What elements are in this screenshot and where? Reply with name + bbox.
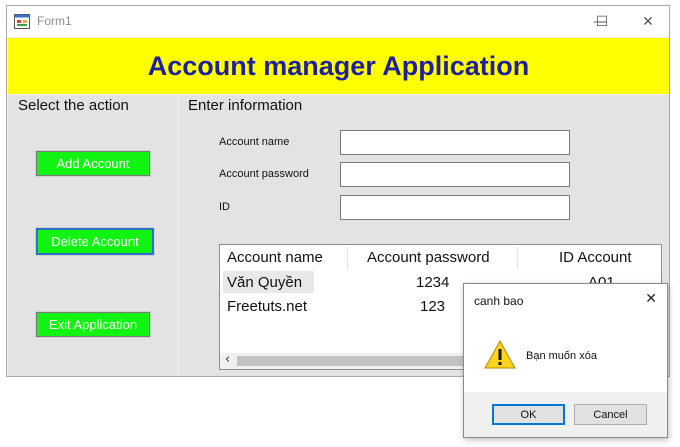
app-header-title: Account manager Application bbox=[147, 50, 530, 81]
maximize-icon: ☐ bbox=[595, 13, 609, 30]
maximize-button[interactable]: ☐ bbox=[579, 6, 625, 37]
column-header-account-name[interactable]: Account name bbox=[227, 245, 323, 270]
cancel-button[interactable]: Cancel bbox=[574, 404, 647, 425]
delete-account-button[interactable]: Delete Account bbox=[36, 228, 154, 255]
account-password-label: Account password bbox=[219, 168, 309, 180]
add-account-button[interactable]: Add Account bbox=[36, 151, 150, 176]
info-group-title: Enter information bbox=[188, 97, 303, 114]
column-header-id-account[interactable]: ID Account bbox=[559, 245, 632, 270]
row-2-account-name[interactable]: Freetuts.net bbox=[227, 298, 307, 315]
window-title: Form1 bbox=[37, 14, 72, 28]
row-2-account-password[interactable]: 123 bbox=[420, 298, 445, 315]
id-input[interactable] bbox=[340, 195, 570, 220]
dialog-footer: OK Cancel bbox=[464, 392, 667, 437]
app-icon bbox=[14, 14, 30, 29]
close-button[interactable]: ✕ bbox=[625, 6, 671, 37]
account-name-input[interactable] bbox=[340, 130, 570, 155]
close-icon: ✕ bbox=[642, 13, 654, 30]
account-name-label: Account name bbox=[219, 136, 290, 148]
row-1-account-name[interactable]: Văn Quyền bbox=[227, 274, 302, 291]
column-separator[interactable] bbox=[347, 247, 348, 269]
column-header-account-password[interactable]: Account password bbox=[367, 245, 490, 270]
scroll-left-icon[interactable]: ‹ bbox=[225, 352, 230, 367]
title-bar[interactable]: Form1 — ☐ ✕ bbox=[7, 6, 669, 37]
actions-group-title: Select the action bbox=[18, 97, 129, 114]
app-header: Account manager Application bbox=[8, 38, 669, 94]
confirm-dialog: canh bao ✕ Bạn muốn xóa OK Cancel bbox=[463, 283, 668, 438]
dialog-close-icon[interactable]: ✕ bbox=[645, 291, 657, 307]
scroll-thumb[interactable] bbox=[237, 356, 477, 366]
id-label: ID bbox=[219, 201, 230, 213]
warning-icon bbox=[484, 340, 516, 369]
column-separator[interactable] bbox=[517, 247, 518, 269]
ok-button[interactable]: OK bbox=[492, 404, 565, 425]
actions-group: Select the action Add Account Delete Acc… bbox=[8, 95, 178, 376]
row-1-account-password[interactable]: 1234 bbox=[416, 274, 449, 291]
dialog-title: canh bao bbox=[474, 294, 524, 308]
account-password-input[interactable] bbox=[340, 162, 570, 187]
exit-application-button[interactable]: Exit Application bbox=[36, 312, 150, 337]
dialog-message: Bạn muốn xóa bbox=[526, 350, 597, 362]
